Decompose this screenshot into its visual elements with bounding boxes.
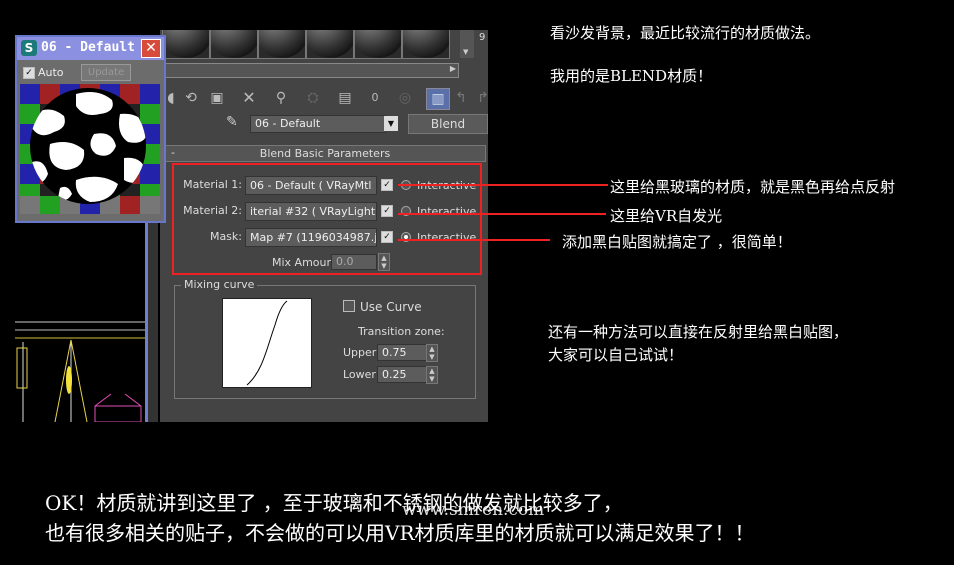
window-title: 06 - Default bbox=[41, 40, 135, 55]
viewport[interactable] bbox=[15, 290, 145, 423]
show-end-result-icon[interactable]: ▥ bbox=[426, 88, 450, 110]
pointer-line bbox=[398, 239, 550, 241]
reset-map-icon[interactable]: ✕ bbox=[238, 88, 260, 108]
highlight-box bbox=[172, 163, 482, 275]
annotation-text: 这里给VR自发光 bbox=[610, 207, 723, 225]
sample-slot[interactable] bbox=[354, 30, 402, 59]
close-icon[interactable]: ✕ bbox=[141, 39, 161, 58]
go-forward-icon[interactable]: ↱ bbox=[472, 88, 494, 108]
lower-spinner[interactable]: ▲ ▼ bbox=[426, 366, 438, 384]
app-logo-icon: S bbox=[21, 40, 37, 56]
mixing-curve-graph bbox=[222, 298, 312, 388]
auto-checkbox[interactable]: ✓ bbox=[23, 67, 35, 79]
material-editor-panel: ▼ 9 ▶ ◖ ⟲ ▣ ✕ ⚲ ⛭ ▤ 0 ◎ ▥ ↰ ↱ ✎ 06 - Def… bbox=[160, 30, 489, 422]
slot-hscrollbar[interactable]: ▶ bbox=[165, 63, 459, 78]
side-number: 9 bbox=[479, 32, 486, 43]
pointer-line bbox=[398, 184, 608, 186]
pointer-line bbox=[398, 213, 606, 215]
upper-spinner[interactable]: ▲ ▼ bbox=[426, 344, 438, 362]
use-curve-label: Use Curve bbox=[360, 300, 422, 314]
rollout-header[interactable]: - Blend Basic Parameters bbox=[164, 145, 486, 162]
chevron-down-icon[interactable]: ▼ bbox=[384, 116, 398, 131]
annotation-text: 看沙发背景，最近比较流行的材质做法。 bbox=[550, 24, 821, 42]
bottom-text: OK！材质就讲到这里了 ，至于玻璃和不锈钢的做发就比较多了， bbox=[45, 491, 623, 515]
material-name-field[interactable]: 06 - Default bbox=[250, 115, 386, 133]
material-type-button[interactable]: Blend bbox=[408, 114, 488, 134]
annotation-text: 还有一种方法可以直接在反射里给黑白贴图， bbox=[548, 323, 849, 341]
transition-zone-label: Transition zone: bbox=[358, 325, 445, 338]
use-curve-checkbox[interactable] bbox=[343, 300, 355, 312]
bottom-text: 也有很多相关的贴子，不会做的可以用VR材质库里的材质就可以满足效果了！！ bbox=[45, 521, 755, 545]
show-map-icon[interactable]: ◎ bbox=[394, 88, 416, 108]
chevron-right-icon: ▶ bbox=[449, 64, 456, 73]
material-preview bbox=[20, 84, 160, 214]
annotation-text: 添加黑白贴图就搞定了 ，很简单！ bbox=[562, 233, 792, 251]
pick-material-icon[interactable]: ✎ bbox=[226, 114, 238, 130]
viewport-edge bbox=[148, 215, 158, 422]
annotation-text: 这里给黑玻璃的材质，就是黑色再给点反射 bbox=[610, 178, 896, 196]
put-to-library-icon[interactable]: ⛭ bbox=[302, 88, 324, 108]
upper-label: Upper: bbox=[343, 346, 380, 359]
make-unique-icon[interactable]: ⚲ bbox=[270, 88, 292, 108]
annotation-text: 我用的是BLEND材质！ bbox=[550, 67, 713, 85]
update-button[interactable]: Update bbox=[81, 64, 131, 81]
sample-slot[interactable] bbox=[162, 30, 210, 59]
upper-field[interactable]: 0.75 bbox=[377, 344, 427, 361]
mixing-curve-label: Mixing curve bbox=[181, 278, 258, 291]
lower-field[interactable]: 0.25 bbox=[377, 366, 427, 383]
chevron-down-icon: ▼ bbox=[463, 48, 469, 56]
lower-label: Lower: bbox=[343, 368, 380, 381]
material-preview-window[interactable]: S 06 - Default ✕ ✓ Auto Update bbox=[15, 35, 166, 223]
go-to-parent-icon[interactable]: ↰ bbox=[450, 88, 472, 108]
sample-slot[interactable] bbox=[306, 30, 354, 59]
put-to-scene-icon[interactable]: ⟲ bbox=[180, 88, 202, 108]
effects-channel-icon[interactable]: 0 bbox=[364, 88, 386, 108]
slot-scrollbar[interactable]: ▼ bbox=[460, 30, 474, 58]
sample-slot[interactable] bbox=[210, 30, 258, 59]
sample-slot[interactable] bbox=[402, 30, 450, 59]
window-titlebar[interactable]: S 06 - Default ✕ bbox=[17, 37, 164, 60]
annotation-text: 大家可以自己试试！ bbox=[548, 346, 684, 364]
auto-label: Auto bbox=[38, 66, 64, 79]
assign-material-icon[interactable]: ▣ bbox=[206, 88, 228, 108]
rollout-title: Blend Basic Parameters bbox=[259, 147, 391, 160]
sample-slot[interactable] bbox=[258, 30, 306, 59]
material-effects-icon[interactable]: ▤ bbox=[334, 88, 356, 108]
